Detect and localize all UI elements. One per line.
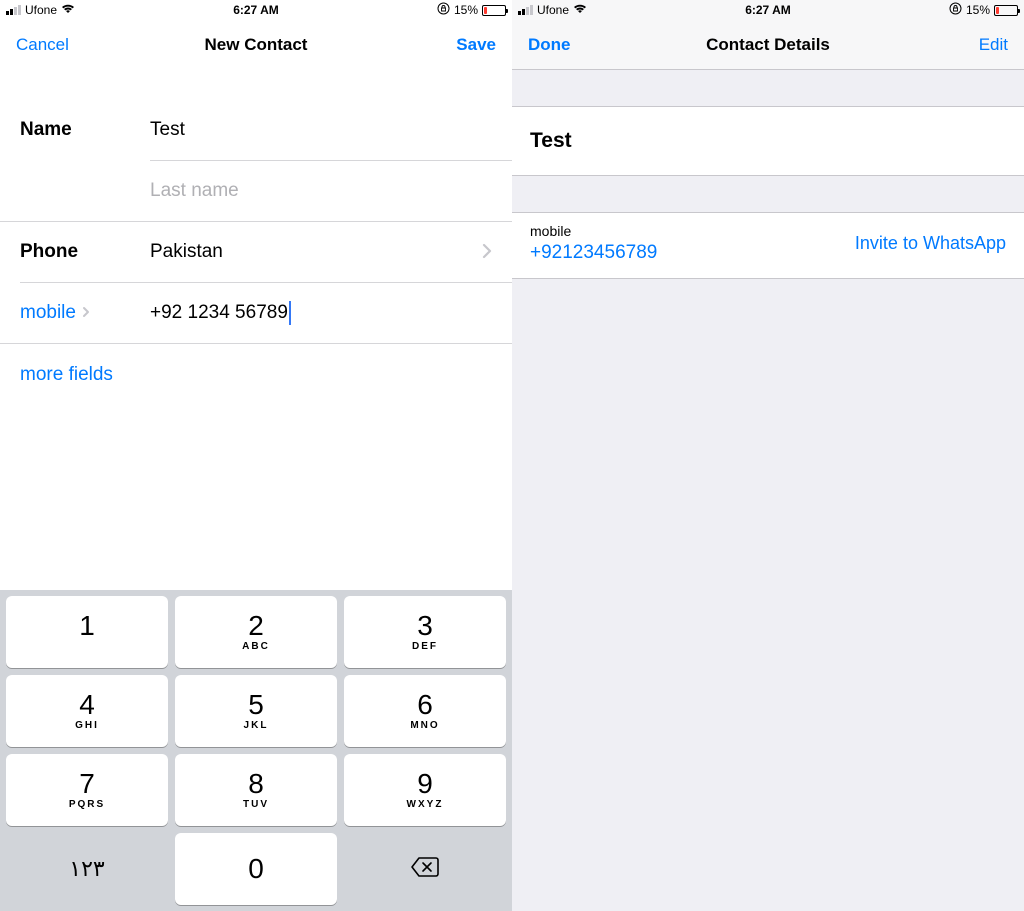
chevron-right-icon: [482, 239, 492, 265]
signal-icon: [518, 5, 533, 15]
contact-name: Test: [512, 107, 1024, 175]
contact-phone-card: mobile +92123456789 Invite to WhatsApp: [512, 212, 1024, 279]
last-name-input[interactable]: [150, 180, 492, 202]
phone-type-label: mobile: [530, 223, 657, 239]
status-time: 6:27 AM: [233, 3, 279, 17]
key-3[interactable]: 3DEF: [344, 596, 506, 668]
key-1[interactable]: 1: [6, 596, 168, 668]
carrier-label: Ufone: [25, 3, 57, 17]
cancel-button[interactable]: Cancel: [16, 35, 69, 55]
signal-icon: [6, 5, 21, 15]
name-label: Name: [20, 119, 150, 141]
phone-number-input[interactable]: +92 1234 56789: [150, 301, 291, 325]
wifi-icon: [573, 4, 587, 17]
chevron-right-icon: [82, 305, 90, 321]
status-bar: Ufone 6:27 AM 15%: [0, 0, 512, 20]
edit-button[interactable]: Edit: [979, 35, 1008, 55]
done-button[interactable]: Done: [528, 35, 571, 55]
phone-number-value[interactable]: +92123456789: [530, 242, 657, 264]
status-time: 6:27 AM: [745, 3, 791, 17]
rotation-lock-icon: [949, 2, 962, 18]
key-0[interactable]: 0: [175, 833, 337, 905]
contact-form: Name Phone Pakistan: [0, 70, 512, 406]
nav-bar: Cancel New Contact Save: [0, 20, 512, 70]
last-name-row: [0, 161, 512, 221]
key-4[interactable]: 4GHI: [6, 675, 168, 747]
screen-new-contact: Ufone 6:27 AM 15% Cancel New Contact Sav…: [0, 0, 512, 911]
phone-type-label: mobile: [20, 302, 76, 324]
key-2[interactable]: 2ABC: [175, 596, 337, 668]
key-backspace[interactable]: [344, 833, 506, 905]
first-name-row: Name: [0, 100, 512, 160]
status-bar: Ufone 6:27 AM 15%: [512, 0, 1024, 20]
first-name-input[interactable]: [150, 119, 492, 141]
key-7[interactable]: 7PQRS: [6, 754, 168, 826]
phone-label: Phone: [20, 241, 150, 263]
country-value: Pakistan: [150, 241, 223, 263]
key-8[interactable]: 8TUV: [175, 754, 337, 826]
carrier-label: Ufone: [537, 3, 569, 17]
key-9[interactable]: 9WXYZ: [344, 754, 506, 826]
contact-name-card: Test: [512, 106, 1024, 176]
text-cursor: [289, 301, 291, 325]
nav-title: Contact Details: [706, 35, 830, 55]
battery-icon: [482, 5, 506, 16]
phone-number-row: mobile +92 1234 56789: [0, 283, 512, 343]
nav-bar: Done Contact Details Edit: [512, 20, 1024, 70]
key-6[interactable]: 6MNO: [344, 675, 506, 747]
numeric-keypad: 1 2ABC 3DEF 4GHI 5JKL 6MNO 7PQRS 8TUV 9W…: [0, 590, 512, 911]
wifi-icon: [61, 4, 75, 17]
more-fields-button[interactable]: more fields: [20, 364, 113, 385]
key-5[interactable]: 5JKL: [175, 675, 337, 747]
save-button[interactable]: Save: [456, 35, 496, 55]
backspace-icon: [410, 856, 440, 883]
battery-percent: 15%: [454, 3, 478, 17]
rotation-lock-icon: [437, 2, 450, 18]
battery-icon: [994, 5, 1018, 16]
invite-to-whatsapp-button[interactable]: Invite to WhatsApp: [855, 233, 1006, 254]
key-language-switch[interactable]: ۱۲۳: [6, 833, 168, 905]
battery-percent: 15%: [966, 3, 990, 17]
nav-title: New Contact: [205, 35, 308, 55]
country-row[interactable]: Phone Pakistan: [0, 222, 512, 282]
phone-type-button[interactable]: mobile: [20, 302, 150, 324]
screen-contact-details: Ufone 6:27 AM 15% Done Contact Details E…: [512, 0, 1024, 911]
